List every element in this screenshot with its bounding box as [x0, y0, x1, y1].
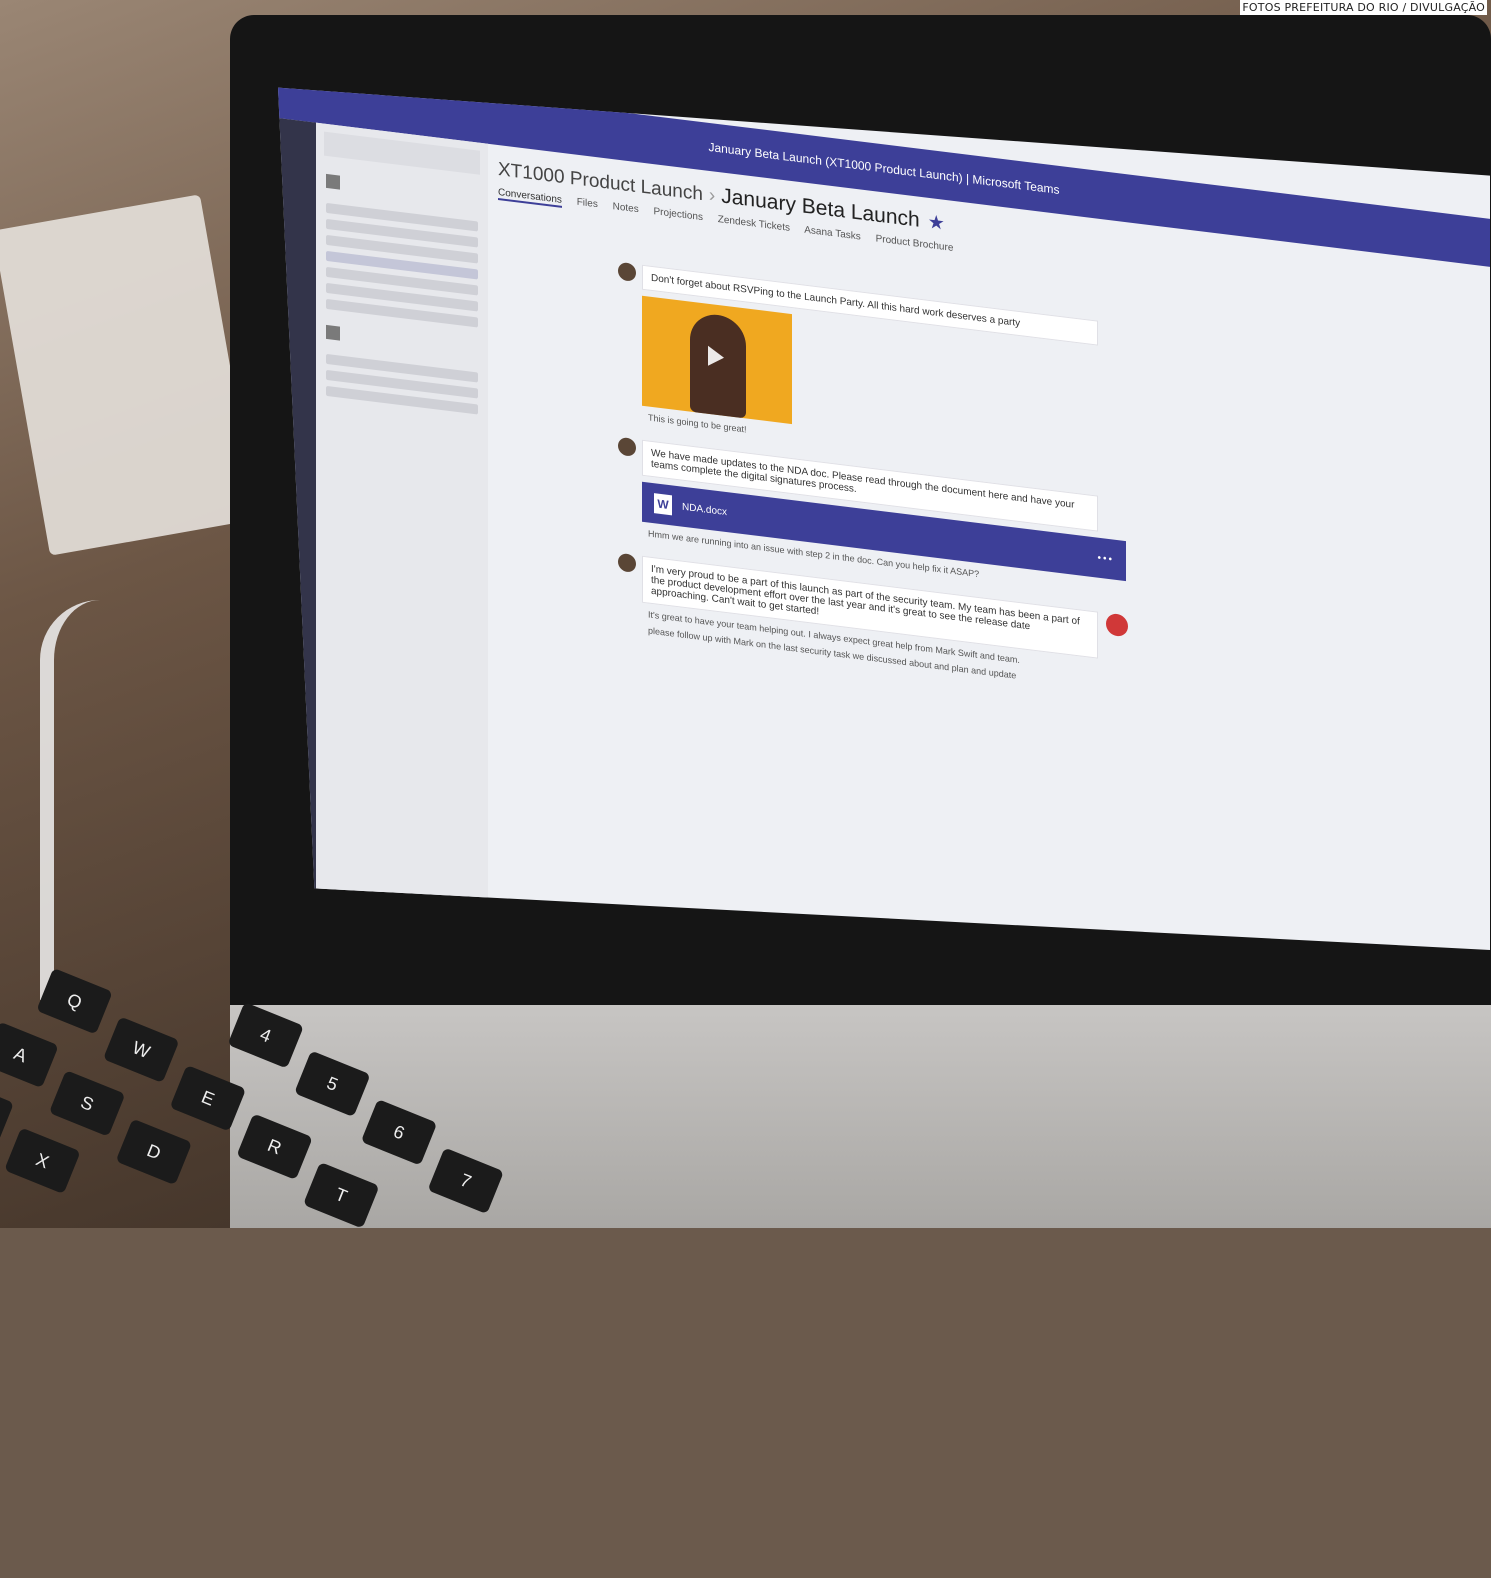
avatar [618, 261, 636, 282]
play-icon[interactable] [708, 345, 724, 368]
tab-asana[interactable]: Asana Tasks [804, 225, 861, 243]
teams-window: January Beta Launch (XT1000 Product Laun… [278, 87, 1490, 950]
keyboard-key[interactable]: S [48, 1070, 126, 1137]
keyboard-key[interactable]: E [169, 1064, 247, 1132]
keyboard-key[interactable]: W [102, 1016, 180, 1084]
compose-input[interactable] [618, 911, 1078, 950]
teams-sidebar [316, 122, 488, 950]
keyboard-key[interactable]: A [0, 1021, 59, 1089]
keyboard-key[interactable]: 6 [360, 1099, 438, 1166]
breadcrumb-separator: › [708, 184, 716, 207]
tab-conversations[interactable]: Conversations [498, 187, 562, 208]
document-name: NDA.docx [682, 501, 728, 518]
conversation-feed: Don't forget about RSVPing to the Launch… [618, 261, 1128, 709]
avatar [618, 552, 636, 573]
tab-files[interactable]: Files [577, 197, 598, 211]
keyboard-key[interactable]: 5 [294, 1050, 371, 1118]
avatar [618, 436, 636, 457]
tab-notes[interactable]: Notes [613, 201, 639, 215]
notification-badge[interactable] [1106, 612, 1128, 638]
star-icon[interactable]: ★ [928, 212, 945, 235]
team-icon [326, 173, 340, 190]
keyboard-key[interactable]: Z [0, 1078, 15, 1146]
laptop-screen: January Beta Launch (XT1000 Product Laun… [278, 87, 1490, 950]
photo-credit: FOTOS PREFEITURA DO RIO / DIVULGAÇÃO [1240, 0, 1487, 15]
video-thumbnail[interactable] [642, 295, 792, 425]
tab-zendesk[interactable]: Zendesk Tickets [718, 214, 790, 234]
team-icon [326, 324, 340, 341]
keyboard-key[interactable]: T [302, 1161, 380, 1229]
app-rail [278, 118, 316, 950]
laptop-bezel: January Beta Launch (XT1000 Product Laun… [230, 15, 1491, 1005]
keyboard-key[interactable]: 4 [227, 1001, 304, 1069]
keyboard-key[interactable]: R [236, 1113, 313, 1181]
keyboard-key[interactable]: 7 [427, 1147, 505, 1215]
keyboard-key[interactable]: X [4, 1127, 81, 1195]
keyboard-key[interactable]: Q [36, 967, 113, 1035]
tab-projections[interactable]: Projections [654, 206, 703, 223]
word-document-icon: W [654, 493, 672, 516]
keyboard-key[interactable]: D [115, 1118, 193, 1186]
more-options-icon[interactable]: ••• [1097, 552, 1114, 565]
tab-brochure[interactable]: Product Brochure [876, 233, 954, 254]
